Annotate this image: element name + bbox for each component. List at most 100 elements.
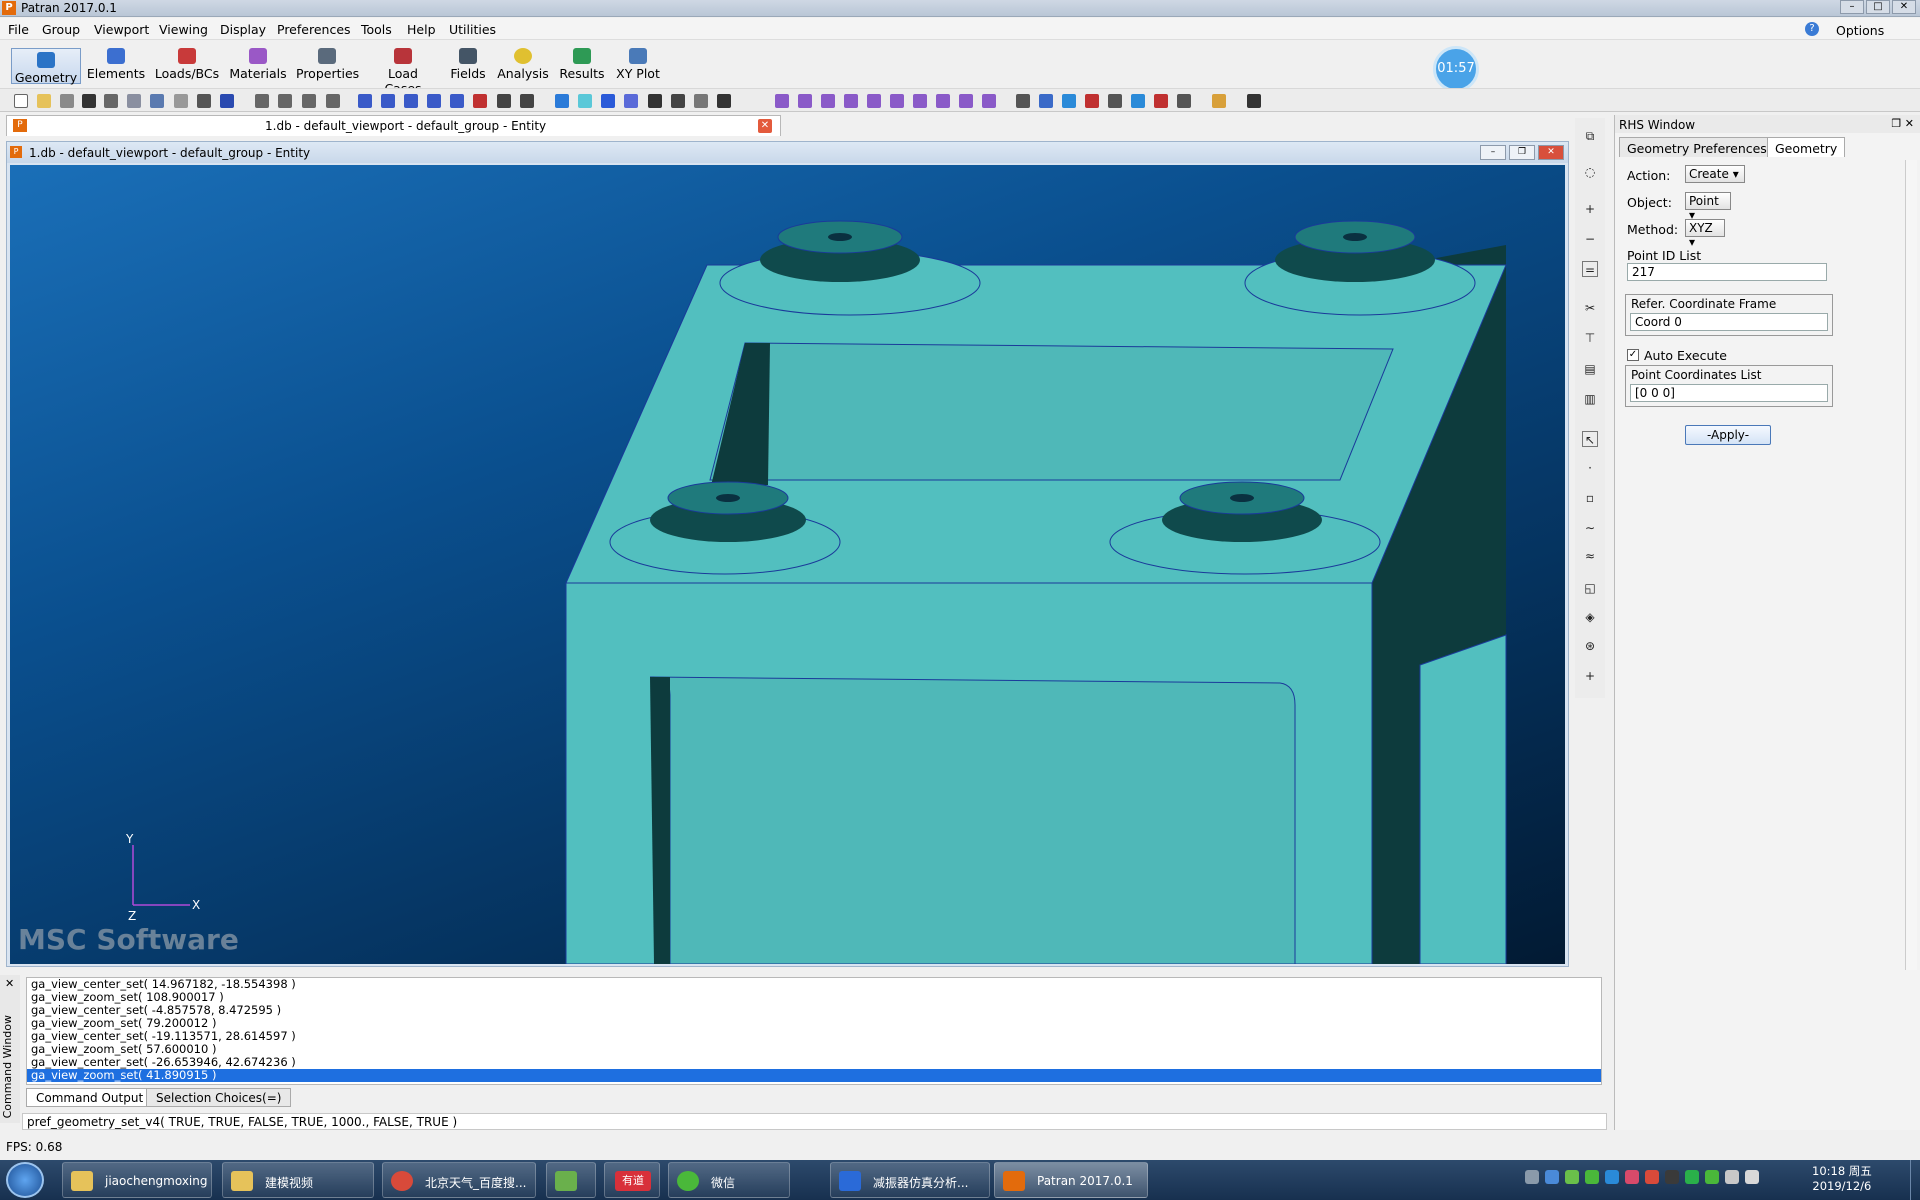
taskbar-item-document[interactable]: 减振器仿真分析...: [830, 1162, 990, 1198]
curve-icon[interactable]: ∼: [1582, 520, 1598, 536]
app-loads-bcs-button[interactable]: Loads/BCs: [154, 48, 220, 84]
wechat-tray-icon[interactable]: [1585, 1170, 1599, 1184]
pan-icon[interactable]: [174, 94, 188, 108]
pick-icon[interactable]: [197, 94, 211, 108]
taskbar-item-patran[interactable]: Patran 2017.0.1: [994, 1162, 1148, 1198]
tab-geometry[interactable]: Geometry: [1767, 137, 1846, 157]
show-entity-4-icon[interactable]: [844, 94, 858, 108]
filter-icon[interactable]: ⊤: [1582, 330, 1598, 346]
new-file-icon[interactable]: [14, 94, 28, 108]
app-properties-button[interactable]: Properties: [296, 48, 359, 84]
point-icon[interactable]: ·: [1582, 460, 1598, 476]
keyboard-icon[interactable]: [1525, 1170, 1539, 1184]
plot-icon[interactable]: [1062, 94, 1076, 108]
face-icon[interactable]: ⊛: [1582, 638, 1598, 654]
tray-app-6-icon[interactable]: [1685, 1170, 1699, 1184]
shaded-view-icon[interactable]: [578, 94, 592, 108]
iso-view-icon[interactable]: [555, 94, 569, 108]
menu-group[interactable]: Group: [42, 22, 80, 37]
remove-icon[interactable]: −: [1582, 231, 1598, 247]
copy-icon[interactable]: [127, 94, 141, 108]
front-view-icon[interactable]: [601, 94, 615, 108]
rotate-z-icon[interactable]: [302, 94, 316, 108]
app-analysis-button[interactable]: Analysis: [496, 48, 550, 84]
taskbar-item-youdao[interactable]: 有道: [604, 1162, 660, 1198]
show-entity-2-icon[interactable]: [798, 94, 812, 108]
tab-selection-choices[interactable]: Selection Choices(=): [146, 1088, 292, 1107]
menu-tools[interactable]: Tools: [361, 22, 392, 37]
coord-frame-field[interactable]: Coord 0: [1630, 313, 1828, 331]
edge-icon[interactable]: ≈: [1582, 548, 1598, 564]
object-dropdown[interactable]: Point ▾: [1685, 192, 1731, 222]
show-entity-10-icon[interactable]: [982, 94, 996, 108]
taskbar-item-folder[interactable]: jiaochengmoxing: [62, 1162, 212, 1198]
help-icon[interactable]: ?: [1805, 22, 1819, 36]
rotate-x-icon[interactable]: [255, 94, 269, 108]
smooth-shade-icon[interactable]: [694, 94, 708, 108]
command-output-log[interactable]: ga_view_center_set( 14.967182, -18.55439…: [26, 977, 1602, 1085]
point-id-field[interactable]: 217: [1627, 263, 1827, 281]
group-icon[interactable]: [1039, 94, 1053, 108]
tray-app-5-icon[interactable]: [1665, 1170, 1679, 1184]
add-icon[interactable]: +: [1582, 201, 1598, 217]
network-icon[interactable]: [1725, 1170, 1739, 1184]
zoom-out-icon[interactable]: [497, 94, 511, 108]
menu-utilities[interactable]: Utilities: [449, 22, 496, 37]
copy-view-icon[interactable]: ⧉: [1582, 128, 1598, 144]
action-dropdown[interactable]: Create ▾: [1685, 165, 1745, 183]
tools-icon[interactable]: ✂: [1582, 300, 1598, 316]
menu-file[interactable]: File: [8, 22, 29, 37]
label-icon[interactable]: [1016, 94, 1030, 108]
node-icon[interactable]: ▫: [1582, 490, 1598, 506]
show-entity-8-icon[interactable]: [936, 94, 950, 108]
reset-icon[interactable]: [220, 94, 234, 108]
rhs-close-icon[interactable]: ❐ ✕: [1891, 117, 1914, 130]
pointer-icon[interactable]: ↖: [1582, 431, 1598, 447]
center-icon[interactable]: [381, 94, 395, 108]
undo-icon[interactable]: [150, 94, 164, 108]
menu-viewport[interactable]: Viewport: [94, 22, 149, 37]
maximize-button[interactable]: □: [1866, 0, 1890, 14]
show-entity-3-icon[interactable]: [821, 94, 835, 108]
app-results-button[interactable]: Results: [558, 48, 606, 84]
erase-icon[interactable]: [1085, 94, 1099, 108]
open-file-icon[interactable]: [37, 94, 51, 108]
app-load-cases-button[interactable]: Load Cases: [368, 48, 438, 96]
equal-icon[interactable]: =: [1582, 261, 1598, 277]
app-fields-button[interactable]: Fields: [448, 48, 488, 84]
start-button[interactable]: [6, 1162, 44, 1198]
app-elements-button[interactable]: Elements: [86, 48, 146, 84]
menu-help[interactable]: Help: [407, 22, 436, 37]
refresh-icon[interactable]: [717, 94, 731, 108]
hidden-line-icon[interactable]: [671, 94, 685, 108]
app-geometry-button[interactable]: Geometry: [11, 48, 81, 85]
cursor-plus-icon[interactable]: +: [1582, 668, 1598, 684]
tray-app-3-icon[interactable]: [1625, 1170, 1639, 1184]
menu-viewing[interactable]: Viewing: [159, 22, 208, 37]
app-xy-plot-button[interactable]: XY Plot: [614, 48, 662, 84]
menu-preferences[interactable]: Preferences: [277, 22, 351, 37]
menu-display[interactable]: Display: [220, 22, 266, 37]
measure-icon[interactable]: [1108, 94, 1122, 108]
taskbar-item-wechat[interactable]: 微信: [668, 1162, 790, 1198]
minimize-button[interactable]: –: [1840, 0, 1864, 14]
solid-icon[interactable]: ◈: [1582, 609, 1598, 625]
surface-icon[interactable]: ◱: [1582, 580, 1598, 596]
tray-app-4-icon[interactable]: [1645, 1170, 1659, 1184]
tab-geometry-preferences[interactable]: Geometry Preferences: [1619, 137, 1775, 157]
show-entity-5-icon[interactable]: [867, 94, 881, 108]
method-dropdown[interactable]: XYZ ▾: [1685, 219, 1725, 249]
command-input[interactable]: pref_geometry_set_v4( TRUE, TRUE, FALSE,…: [22, 1113, 1607, 1130]
view-center-icon[interactable]: [450, 94, 464, 108]
select-list-2-icon[interactable]: ▥: [1582, 391, 1598, 407]
model-tree-icon[interactable]: [1131, 94, 1145, 108]
view-corners-icon[interactable]: [427, 94, 441, 108]
taskbar-item-chrome[interactable]: 北京天气_百度搜...: [382, 1162, 536, 1198]
close-tab-icon[interactable]: ✕: [758, 119, 772, 133]
close-button[interactable]: ✕: [1892, 0, 1916, 14]
rhs-scrollbar[interactable]: [1905, 160, 1917, 970]
tree-icon[interactable]: [1247, 94, 1261, 108]
show-entity-9-icon[interactable]: [959, 94, 973, 108]
tray-app-1-icon[interactable]: [1565, 1170, 1579, 1184]
show-entity-6-icon[interactable]: [890, 94, 904, 108]
